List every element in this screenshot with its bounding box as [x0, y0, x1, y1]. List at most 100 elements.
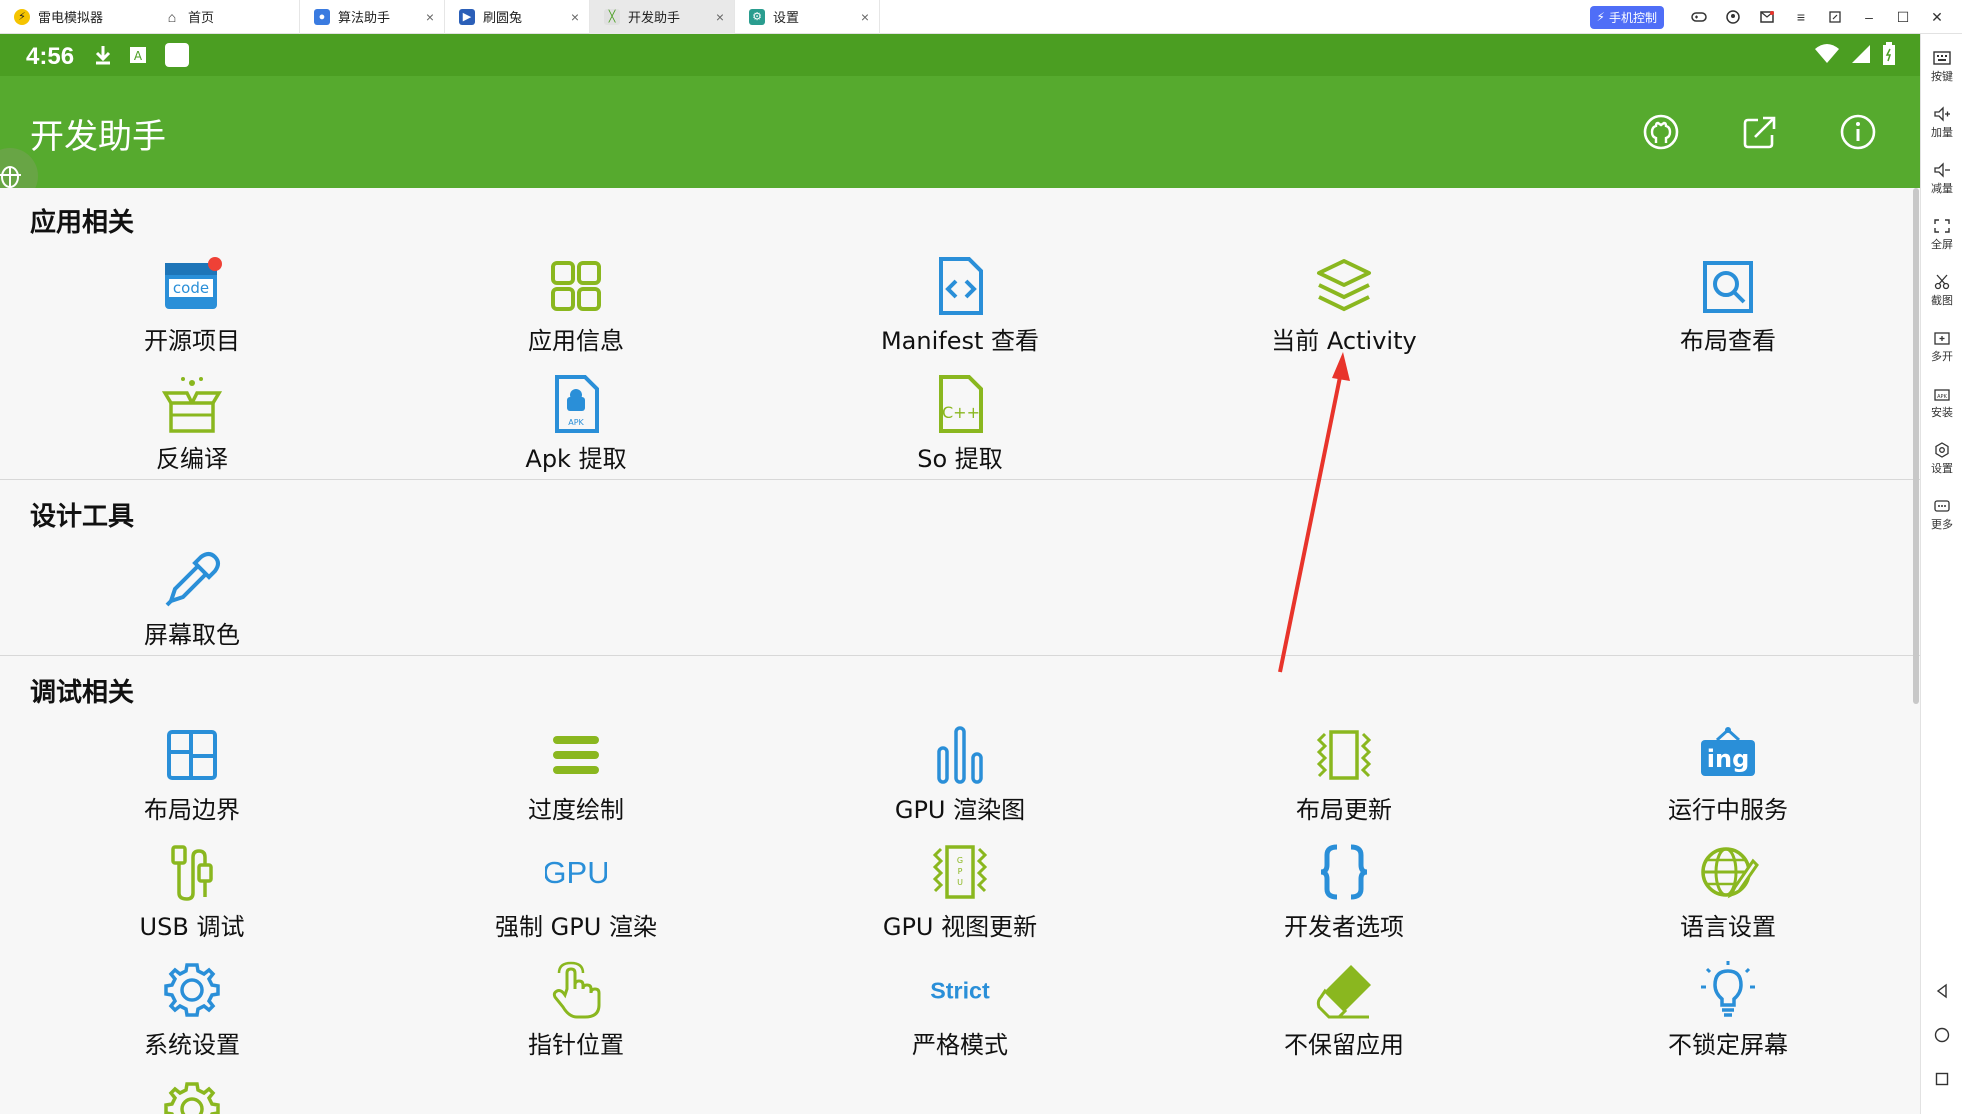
phone-control-button[interactable]: ⚡ 手机控制 — [1589, 5, 1664, 29]
tile-label: GPU 渲染图 — [894, 796, 1026, 824]
tile-gpu-view-updates[interactable]: GPU GPU 视图更新 — [810, 841, 1110, 951]
eyedropper-icon — [161, 549, 223, 611]
tile-pointer-location[interactable]: 指针位置 — [426, 959, 726, 1069]
tile-label: 布局边界 — [144, 796, 240, 824]
share-icon[interactable] — [1740, 112, 1780, 152]
status-system-icons — [1814, 42, 1896, 66]
tile-open-source[interactable]: code 开源项目 — [42, 255, 342, 365]
minimize-icon[interactable]: – — [1852, 0, 1886, 34]
tile-system-settings[interactable]: 系统设置 — [42, 959, 342, 1069]
multi-window-icon — [1934, 332, 1950, 345]
main-content: 应用相关 code 开源项目 应用信息 Manifest 查看 当前 Activ… — [0, 188, 1920, 1114]
sidebar-fullscreen[interactable]: 全屏 — [1921, 214, 1962, 266]
tile-gpu-render-chart[interactable]: GPU 渲染图 — [810, 724, 1110, 834]
tile-layout-inspect[interactable]: 布局查看 — [1578, 255, 1878, 365]
tile-apk-extract[interactable]: APK Apk 提取 — [426, 373, 726, 483]
tile-layout-bounds[interactable]: 布局边界 — [42, 724, 342, 834]
sidebar-volume-up[interactable]: 加量 — [1921, 102, 1962, 154]
sidebar-more[interactable]: 更多 — [1921, 494, 1962, 546]
apk-install-icon: APK — [1934, 389, 1950, 401]
tab-settings[interactable]: ⚙ 设置 × — [735, 0, 880, 34]
sidebar-multi-instance[interactable]: 多开 — [1921, 326, 1962, 378]
tile-running-services[interactable]: ing 运行中服务 — [1578, 724, 1878, 834]
volume-up-icon — [1934, 106, 1950, 122]
tile-force-gpu[interactable]: GPU 强制 GPU 渲染 — [426, 841, 726, 951]
gpu-text-icon: GPU — [545, 841, 607, 903]
close-window-icon[interactable]: ✕ — [1920, 0, 1954, 34]
sidebar-screenshot[interactable]: 截图 — [1921, 270, 1962, 322]
home-icon: ⌂ — [167, 8, 177, 25]
account-icon[interactable] — [1716, 0, 1750, 34]
tile-language-settings[interactable]: 语言设置 — [1578, 841, 1878, 951]
tab-kaifa[interactable]: ╳ 开发助手 × — [590, 0, 735, 34]
close-icon[interactable]: × — [571, 9, 579, 25]
tab-home[interactable]: ⌂ 首页 — [150, 0, 300, 34]
gear-icon: ⚙ — [749, 8, 765, 25]
grid-icon — [545, 255, 607, 317]
nav-home-button[interactable] — [1921, 1022, 1962, 1052]
tile-current-activity[interactable]: 当前 Activity — [1194, 255, 1494, 365]
nav-back-button[interactable] — [1921, 978, 1962, 1008]
tile-manifest[interactable]: Manifest 查看 — [810, 255, 1110, 365]
sidebar-settings[interactable]: 设置 — [1921, 438, 1962, 490]
close-icon[interactable]: × — [426, 9, 434, 25]
app-toolbar: 开发助手 — [0, 76, 1920, 188]
tile-layout-updates[interactable]: 布局更新 — [1194, 724, 1494, 834]
github-icon[interactable] — [1641, 112, 1681, 152]
nav-recents-button[interactable] — [1921, 1066, 1962, 1096]
tile-label: 不锁定屏幕 — [1668, 1031, 1788, 1059]
globe-pencil-icon — [1697, 841, 1759, 903]
tile-usb-debug[interactable]: USB 调试 — [42, 841, 342, 951]
tile-color-picker[interactable]: 屏幕取色 — [42, 549, 342, 659]
usb-cable-icon — [161, 841, 223, 903]
tile-overdraw[interactable]: 过度绘制 — [426, 724, 726, 834]
close-icon[interactable]: × — [716, 9, 724, 25]
tile-label: 系统设置 — [144, 1031, 240, 1059]
tile-app-info[interactable]: 应用信息 — [426, 255, 726, 365]
tile-developer-options[interactable]: 开发者选项 — [1194, 841, 1494, 951]
mail-icon[interactable] — [1750, 0, 1784, 34]
svg-text:code: code — [173, 279, 209, 297]
bar-chart-icon — [929, 724, 991, 786]
sidebar-install-apk[interactable]: APK 安装 — [1921, 382, 1962, 434]
tile-so-extract[interactable]: C++ So 提取 — [810, 373, 1110, 483]
svg-text:Strict: Strict — [930, 978, 990, 1004]
svg-text:G: G — [957, 856, 963, 865]
sidebar-keys[interactable]: 按键 — [1921, 46, 1962, 98]
restore-icon[interactable] — [1818, 0, 1852, 34]
more-icon — [1934, 500, 1950, 512]
tab-shuayuantu[interactable]: ▶ 刷圆兔 × — [445, 0, 590, 34]
keyboard-icon — [1933, 51, 1951, 65]
sidebar-volume-down[interactable]: 减量 — [1921, 158, 1962, 210]
tile-partial[interactable] — [42, 1078, 342, 1114]
android-status-bar: 4:56 A — [0, 34, 1920, 76]
curly-braces-icon — [1313, 841, 1375, 903]
tile-label: 应用信息 — [528, 327, 624, 355]
scrollbar[interactable] — [1913, 188, 1919, 704]
tab-label: 开发助手 — [628, 10, 681, 25]
page-title: 开发助手 — [30, 117, 166, 157]
tile-dont-keep-activities[interactable]: 不保留应用 — [1194, 959, 1494, 1069]
volume-down-icon — [1934, 162, 1950, 178]
tab-leidian[interactable]: ⚡ 雷电模拟器 — [0, 0, 150, 34]
tile-strict-mode[interactable]: Strict 严格模式 — [810, 959, 1110, 1069]
leidian-logo-icon: ⚡ — [14, 8, 30, 25]
tile-decompile[interactable]: 反编译 — [42, 373, 342, 483]
search-screen-icon — [1697, 255, 1759, 317]
gamepad-icon[interactable] — [1682, 0, 1716, 34]
maximize-icon[interactable]: ☐ — [1886, 0, 1920, 34]
tile-stay-awake[interactable]: 不锁定屏幕 — [1578, 959, 1878, 1069]
recents-square-icon — [1935, 1072, 1949, 1086]
info-icon[interactable] — [1838, 112, 1878, 152]
three-lines-icon — [545, 724, 607, 786]
app-icon: ▶ — [459, 8, 475, 25]
tile-label: So 提取 — [917, 445, 1003, 473]
tile-label: Apk 提取 — [525, 445, 627, 473]
tab-suanfa[interactable]: ● 算法助手 × — [300, 0, 445, 34]
download-icon — [95, 46, 111, 65]
menu-icon[interactable]: ≡ — [1784, 0, 1818, 34]
fullscreen-icon — [1934, 219, 1950, 233]
keyboard-a-icon: A — [130, 47, 146, 63]
tab-label: 设置 — [773, 10, 800, 25]
close-icon[interactable]: × — [861, 9, 869, 25]
